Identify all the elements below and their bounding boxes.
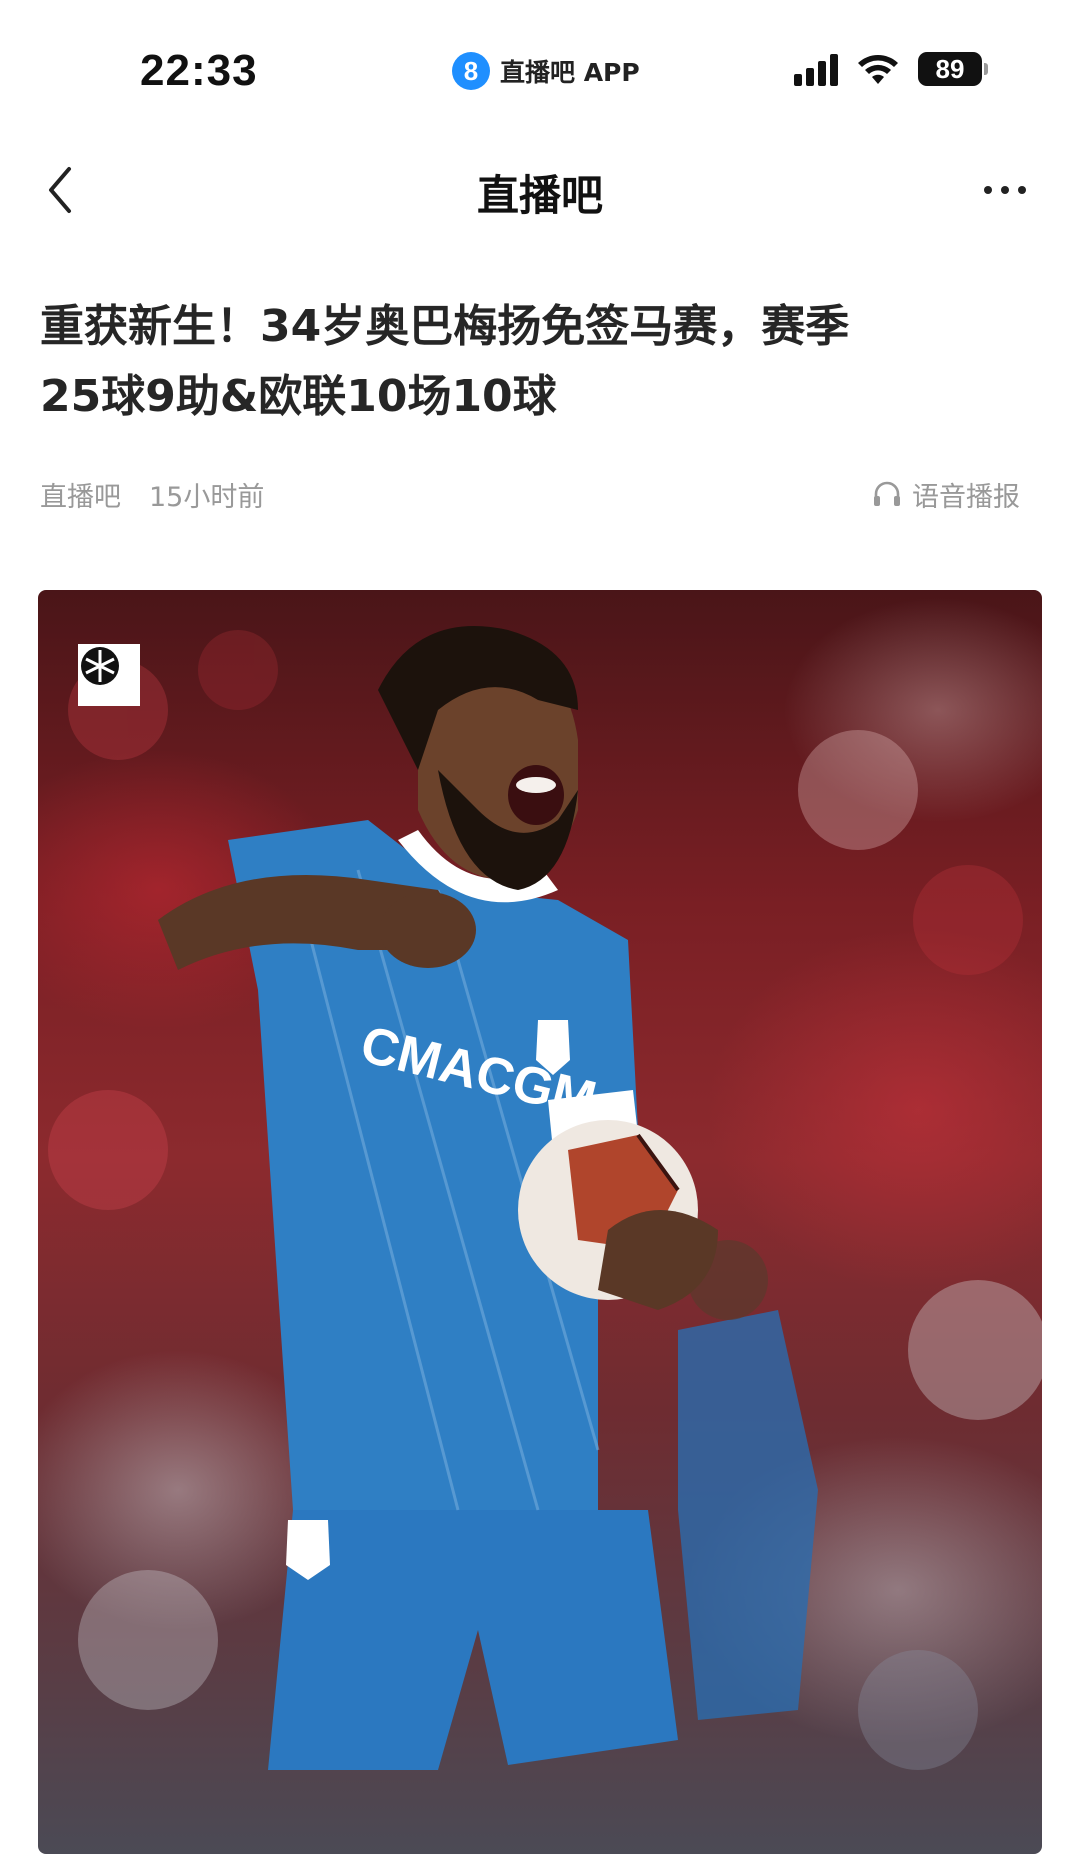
page-title: 直播吧 bbox=[476, 171, 603, 220]
article-title-line-1: 重获新生！34岁奥巴梅扬免签马赛，赛季 bbox=[40, 301, 850, 352]
app-badge-icon: 8 bbox=[452, 52, 490, 90]
article-hero-image[interactable]: CMACGM bbox=[38, 590, 1042, 1854]
navigation-bar: 直播吧 bbox=[0, 140, 1080, 240]
app-badge-label: 直播吧 APP bbox=[500, 58, 640, 87]
headphones-icon bbox=[874, 481, 900, 506]
more-dot-icon bbox=[984, 186, 992, 194]
battery-level: 89 bbox=[918, 52, 982, 86]
more-dot-icon bbox=[1001, 186, 1009, 194]
article-source[interactable]: 直播吧 bbox=[40, 475, 121, 514]
wifi-icon bbox=[856, 52, 900, 86]
article-title-line-2: 25球9助&欧联10场10球 bbox=[40, 371, 557, 422]
status-app-indicator[interactable]: 8 直播吧 APP bbox=[452, 52, 640, 90]
status-bar: 22:33 8 直播吧 APP 89 bbox=[0, 0, 1080, 150]
voice-broadcast-label: 语音播报 bbox=[912, 481, 1020, 513]
article-meta: 直播吧 15小时前 语音播报 bbox=[40, 474, 1040, 514]
more-options-button[interactable] bbox=[970, 162, 1040, 218]
watermark-logo-icon bbox=[78, 644, 140, 706]
article-title: 重获新生！34岁奥巴梅扬免签马赛，赛季 25球9助&欧联10场10球 bbox=[40, 292, 1040, 432]
status-indicators: 89 bbox=[794, 52, 988, 86]
article-timestamp: 15小时前 bbox=[149, 481, 265, 513]
cellular-signal-icon bbox=[794, 52, 838, 86]
voice-broadcast-button[interactable]: 语音播报 bbox=[872, 475, 1020, 514]
status-time: 22:33 bbox=[140, 46, 258, 95]
battery-icon: 89 bbox=[918, 52, 988, 86]
player-illustration: CMACGM bbox=[48, 626, 1042, 1770]
more-dot-icon bbox=[1018, 186, 1026, 194]
